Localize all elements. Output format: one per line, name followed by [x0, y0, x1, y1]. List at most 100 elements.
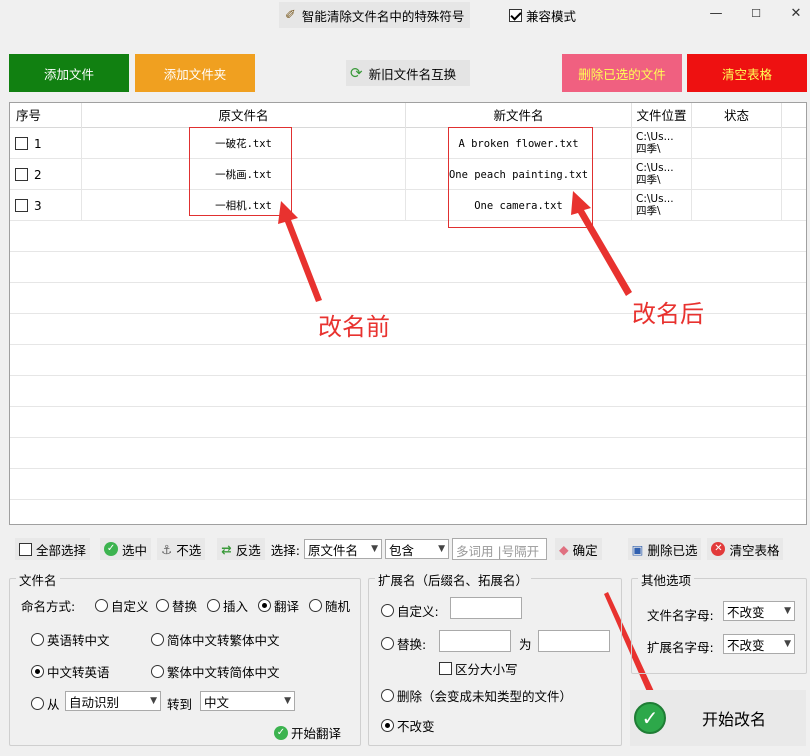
ext-case-select[interactable]: 不改变 ▼ [723, 634, 795, 654]
selection-toolbar: 全部选择 ✓ 选中 ⚓ 不选 ⇄ 反选 选择: 原文件名 ▼ 包含 ▼ 多词用 … [9, 536, 807, 562]
radio-icon[interactable] [95, 599, 108, 612]
ext-custom-radio[interactable]: 自定义: [381, 601, 439, 620]
chevron-down-icon: ▼ [284, 696, 291, 706]
ext-case-value: 不改变 [727, 637, 765, 653]
from-language-select[interactable]: 自动识别 ▼ [65, 691, 161, 711]
keywords-input[interactable]: 多词用 |号隔开 [451, 538, 547, 560]
mode-custom-label: 自定义 [111, 599, 149, 614]
table-row[interactable]: 2 一桃画.txt One peach painting.txt C:\Us..… [10, 159, 806, 190]
radio-icon[interactable] [381, 604, 394, 617]
field-select[interactable]: 原文件名 ▼ [303, 539, 382, 559]
extension-group-title: 扩展名（后缀名、拓展名） [375, 570, 532, 589]
chevron-down-icon: ▼ [784, 639, 791, 649]
row-location: C:\Us... 四季\ [632, 128, 692, 159]
checkbox-icon[interactable] [439, 662, 452, 675]
mode-translate-radio[interactable]: 翻译 [258, 596, 299, 615]
radio-icon[interactable] [31, 665, 44, 678]
after-highlight-box [448, 127, 593, 228]
mode-custom-radio[interactable]: 自定义 [95, 596, 149, 615]
swap-names-label: 新旧文件名互换 [368, 66, 457, 82]
header-original[interactable]: 原文件名 [82, 103, 406, 128]
window-title-text: 智能清除文件名中的特殊符号 [301, 8, 465, 24]
radio-icon[interactable] [258, 599, 271, 612]
maximize-button[interactable]: ☐ [746, 4, 766, 24]
select-all-checkbox[interactable]: 全部选择 [15, 538, 91, 560]
select-button[interactable]: ✓ 选中 [100, 538, 152, 560]
to-language-select[interactable]: 中文 ▼ [200, 691, 295, 711]
before-annotation: 改名前 [318, 313, 390, 341]
checkbox-icon[interactable] [509, 9, 522, 22]
deselect-button[interactable]: ⚓ 不选 [157, 538, 206, 560]
compat-mode-label: 兼容模式 [526, 9, 577, 24]
invert-icon: ⇄ [221, 541, 232, 557]
mode-replace-radio[interactable]: 替换 [156, 596, 197, 615]
filename-case-value: 不改变 [727, 604, 765, 620]
delete-selected-button[interactable]: ▣ 删除已选 [627, 538, 702, 560]
opt-simp-to-trad-label: 简体中文转繁体中文 [167, 633, 280, 648]
start-translate-button[interactable]: ✓ 开始翻译 [274, 723, 341, 742]
header-location[interactable]: 文件位置 [632, 103, 692, 128]
ext-custom-input[interactable] [450, 597, 522, 619]
minimize-button[interactable]: — [706, 4, 726, 24]
clear-table-small-button[interactable]: ✕ 清空表格 [707, 538, 784, 560]
invert-button[interactable]: ⇄ 反选 [217, 538, 265, 560]
radio-icon[interactable] [381, 637, 394, 650]
add-file-button[interactable]: 添加文件 [9, 54, 129, 92]
case-sensitive-checkbox[interactable]: 区分大小写 [439, 659, 518, 678]
row-checkbox[interactable] [15, 168, 28, 181]
radio-icon[interactable] [207, 599, 220, 612]
row-status [692, 190, 782, 221]
table-row[interactable]: 3 一相机.txt One camera.txt C:\Us... 四季\ [10, 190, 806, 221]
header-status[interactable]: 状态 [692, 103, 782, 128]
add-folder-button[interactable]: 添加文件夹 [135, 54, 255, 92]
opt-simp-to-trad-radio[interactable]: 简体中文转繁体中文 [151, 630, 280, 649]
checkbox-icon[interactable] [19, 542, 32, 556]
mode-insert-radio[interactable]: 插入 [207, 596, 248, 615]
choose-label: 选择: [270, 542, 300, 558]
ext-replace-to-input[interactable] [538, 630, 610, 652]
match-select[interactable]: 包含 ▼ [384, 539, 449, 559]
compat-mode-checkbox[interactable]: 兼容模式 [509, 6, 576, 25]
header-new[interactable]: 新文件名 [406, 103, 632, 128]
anchor-icon: ⚓ [161, 541, 173, 557]
opt-trad-to-simp-radio[interactable]: 繁体中文转简体中文 [151, 662, 280, 681]
radio-icon[interactable] [151, 665, 164, 678]
row-location-line2: 四季\ [636, 205, 661, 217]
row-checkbox[interactable] [15, 137, 28, 150]
radio-icon[interactable] [381, 689, 394, 702]
swap-names-button[interactable]: ⟳ 新旧文件名互换 [346, 60, 470, 86]
select-label: 选中 [122, 542, 148, 558]
filename-case-select[interactable]: 不改变 ▼ [723, 601, 795, 621]
opt-en-to-zh-radio[interactable]: 英语转中文 [31, 630, 110, 649]
delete-selected-files-button[interactable]: 删除已选的文件 [562, 54, 682, 92]
close-button[interactable]: ✕ [786, 4, 806, 24]
ext-replace-from-input[interactable] [439, 630, 511, 652]
ext-delete-radio[interactable]: 删除（会变成未知类型的文件） [381, 686, 572, 705]
row-checkbox[interactable] [15, 199, 28, 212]
ext-for-label: 为 [519, 637, 532, 652]
radio-icon[interactable] [156, 599, 169, 612]
ext-unchanged-radio[interactable]: 不改变 [381, 716, 435, 735]
row-index-cell: 2 [10, 159, 82, 190]
radio-icon[interactable] [151, 633, 164, 646]
empty-row [10, 376, 806, 407]
header-index[interactable]: 序号 [10, 103, 82, 128]
clear-table-button[interactable]: 清空表格 [687, 54, 807, 92]
eraser-icon: ◆ [558, 541, 569, 557]
row-index: 3 [34, 198, 42, 213]
radio-icon[interactable] [309, 599, 322, 612]
radio-icon[interactable] [381, 719, 394, 732]
start-rename-button[interactable]: ✓ 开始改名 [630, 690, 806, 746]
close-circle-icon: ✕ [711, 542, 726, 556]
ext-replace-radio[interactable]: 替换: [381, 634, 426, 653]
radio-icon[interactable] [31, 633, 44, 646]
start-rename-label: 开始改名 [702, 710, 767, 729]
opt-zh-to-en-radio[interactable]: 中文转英语 [31, 662, 110, 681]
radio-icon[interactable] [31, 697, 44, 710]
ext-unchanged-label: 不改变 [397, 719, 435, 734]
from-radio[interactable]: 从 [31, 694, 60, 713]
confirm-button[interactable]: ◆ 确定 [554, 538, 602, 560]
confirm-label: 确定 [572, 542, 598, 558]
table-row[interactable]: 1 一破花.txt A broken flower.txt C:\Us... 四… [10, 128, 806, 159]
mode-random-radio[interactable]: 随机 [309, 596, 350, 615]
